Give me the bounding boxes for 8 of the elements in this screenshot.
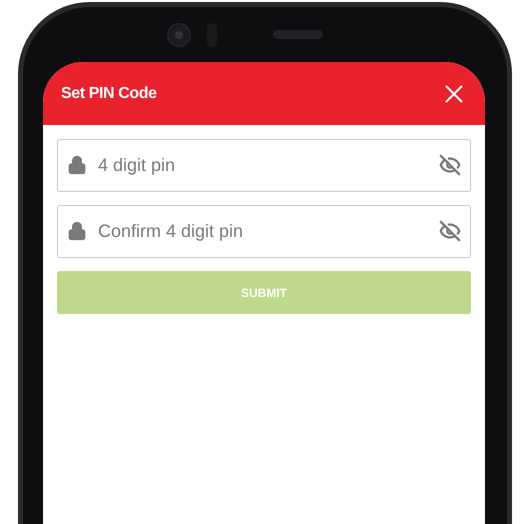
eye-slash-icon[interactable] [439,220,461,242]
lock-icon [67,155,87,175]
lock-icon [67,221,87,241]
camera-icon [167,22,191,46]
pin-field[interactable]: Confirm 4 digit pin [57,205,471,258]
pin-field[interactable]: 4 digit pin [57,139,471,192]
eye-slash-icon[interactable] [439,154,461,176]
dialog-title: Set PIN Code [61,84,157,104]
